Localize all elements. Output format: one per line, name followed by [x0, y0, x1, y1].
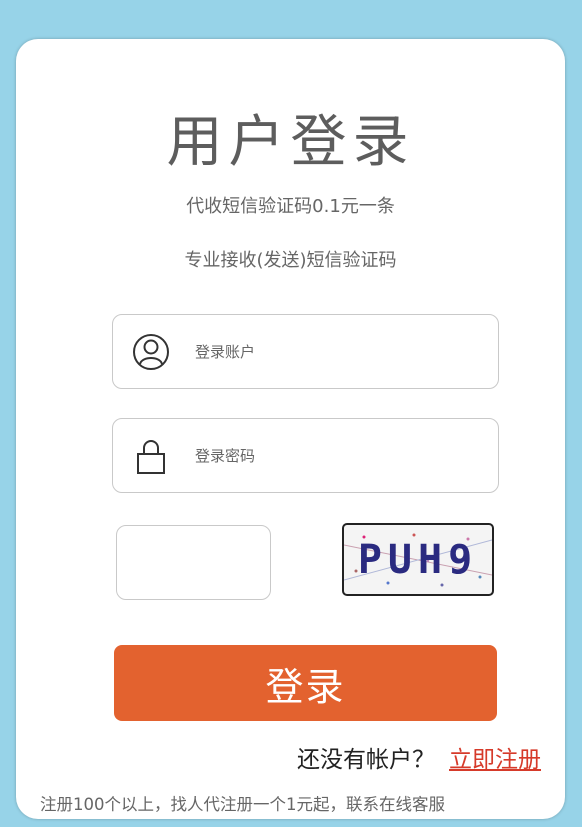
account-field[interactable]: [112, 314, 499, 389]
password-field[interactable]: [112, 418, 499, 493]
lock-icon: [131, 436, 171, 476]
subtitle-price: 代收短信验证码0.1元一条: [186, 196, 395, 217]
login-button[interactable]: 登录: [114, 645, 497, 721]
account-input[interactable]: [195, 342, 455, 361]
no-account-text: 还没有帐户？: [297, 747, 435, 773]
captcha-image[interactable]: PUH9: [342, 523, 494, 596]
subtitle-service: 专业接收(发送)短信验证码: [184, 250, 397, 271]
register-link[interactable]: 立即注册: [449, 747, 541, 773]
register-prompt: 还没有帐户？ 立即注册: [297, 744, 541, 776]
user-icon: [131, 332, 171, 372]
captcha-input[interactable]: [116, 525, 271, 600]
login-card: 用户登录 代收短信验证码0.1元一条 专业接收(发送)短信验证码 登录账户 PU…: [16, 39, 565, 819]
page-title: 用户登录: [166, 110, 415, 175]
password-input[interactable]: [195, 446, 455, 465]
captcha-text: PUH9: [357, 536, 479, 583]
footnote: 注册100个以上，找人代注册一个1元起，联系在线客服: [40, 795, 445, 814]
